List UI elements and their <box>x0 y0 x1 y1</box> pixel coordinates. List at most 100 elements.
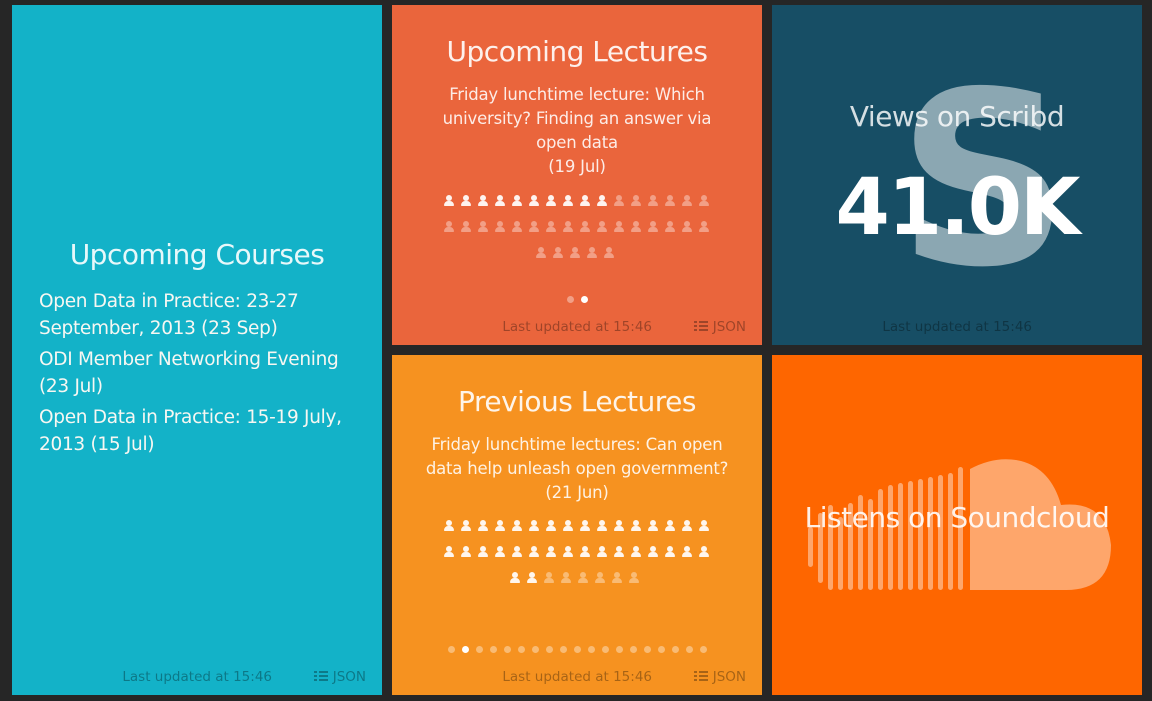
list-icon <box>313 671 328 681</box>
attendee-icon <box>579 546 592 559</box>
attendee-icon <box>681 195 694 208</box>
list-item: ODI Member Networking Evening (23 Jul) <box>39 349 339 397</box>
attendee-icon <box>596 221 609 234</box>
attendee-icon <box>511 221 524 234</box>
page-dots <box>392 646 762 653</box>
attendee-icon <box>596 520 609 533</box>
attendee-icon <box>579 195 592 208</box>
attendee-icon <box>613 546 626 559</box>
page-dot[interactable] <box>447 646 455 653</box>
attendee-icon <box>443 195 456 208</box>
attendee-icon <box>552 247 565 260</box>
page-dot[interactable] <box>657 646 665 653</box>
list-item: Open Data in Practice: 15-19 July, 2013 … <box>39 407 342 455</box>
page-dot[interactable] <box>615 646 623 653</box>
attendee-icon <box>630 221 643 234</box>
attendees-grid <box>417 195 737 273</box>
attendee-icon <box>545 520 558 533</box>
attendee-icon <box>579 221 592 234</box>
attendee-icon <box>613 221 626 234</box>
page-dot[interactable] <box>601 646 609 653</box>
page-dot[interactable] <box>559 646 567 653</box>
page-dot[interactable] <box>699 646 707 653</box>
last-updated: Last updated at 15:46 <box>502 669 652 685</box>
last-updated: Last updated at 15:46 <box>122 669 272 685</box>
page-dot[interactable] <box>671 646 679 653</box>
page-dot[interactable] <box>580 296 588 303</box>
attendee-icon <box>443 546 456 559</box>
page-dot[interactable] <box>573 646 581 653</box>
attendee-icon <box>494 520 507 533</box>
attendee-icon <box>613 195 626 208</box>
attendee-icon <box>681 520 694 533</box>
page-dot[interactable] <box>629 646 637 653</box>
attendees-grid <box>417 520 737 598</box>
attendee-icon <box>477 520 490 533</box>
attendee-icon <box>477 195 490 208</box>
attendee-icon <box>543 572 556 585</box>
previous-lectures-widget: Previous Lectures Friday lunchtime lectu… <box>392 355 762 695</box>
attendee-icon <box>596 546 609 559</box>
attendee-icon <box>460 546 473 559</box>
attendee-icon <box>526 572 539 585</box>
page-dot[interactable] <box>517 646 525 653</box>
attendee-icon <box>477 221 490 234</box>
attendee-icon <box>664 546 677 559</box>
attendee-icon <box>477 546 490 559</box>
json-link[interactable]: JSON <box>313 669 366 685</box>
json-link[interactable]: JSON <box>693 669 746 685</box>
attendee-icon <box>528 520 541 533</box>
attendee-icon <box>528 546 541 559</box>
attendee-icon <box>562 221 575 234</box>
json-label: JSON <box>712 669 746 685</box>
json-link[interactable]: JSON <box>693 319 746 335</box>
attendee-icon <box>698 195 711 208</box>
attendee-icon <box>494 195 507 208</box>
page-dots <box>392 296 762 303</box>
attendee-icon <box>630 520 643 533</box>
page-dot[interactable] <box>643 646 651 653</box>
page-dot[interactable] <box>531 646 539 653</box>
attendee-icon <box>443 520 456 533</box>
page-dot[interactable] <box>475 646 483 653</box>
attendee-icon <box>562 195 575 208</box>
attendee-icon <box>647 195 660 208</box>
attendee-icon <box>681 221 694 234</box>
attendee-icon <box>535 247 548 260</box>
page-dot[interactable] <box>587 646 595 653</box>
upcoming-lectures-widget: Upcoming Lectures Friday lunchtime lectu… <box>392 5 762 345</box>
scribd-views-value: 41.0K <box>835 163 1081 253</box>
soundcloud-title: Listens on Soundcloud <box>804 501 1110 534</box>
attendee-icon <box>494 546 507 559</box>
page-dot[interactable] <box>489 646 497 653</box>
page-dot[interactable] <box>566 296 574 303</box>
attendee-icon <box>460 195 473 208</box>
attendee-icon <box>509 572 522 585</box>
attendee-icon <box>562 546 575 559</box>
attendee-icon <box>594 572 607 585</box>
attendee-icon <box>664 520 677 533</box>
page-dot[interactable] <box>461 646 469 653</box>
attendee-icon <box>511 546 524 559</box>
courses-widget: Upcoming Courses Open Data in Practice: … <box>12 5 382 695</box>
course-list: Open Data in Practice: 23-27 September, … <box>39 288 362 462</box>
attendee-icon <box>664 221 677 234</box>
attendee-icon <box>562 520 575 533</box>
attendee-icon <box>460 520 473 533</box>
page-dot[interactable] <box>545 646 553 653</box>
json-label: JSON <box>712 319 746 335</box>
list-icon <box>693 321 708 331</box>
attendee-icon <box>579 520 592 533</box>
list-item: Open Data in Practice: 23-27 September, … <box>39 291 299 339</box>
attendee-icon <box>647 221 660 234</box>
attendee-icon <box>681 546 694 559</box>
page-dot[interactable] <box>685 646 693 653</box>
attendee-icon <box>511 520 524 533</box>
page-dot[interactable] <box>503 646 511 653</box>
lecture-description: Friday lunchtime lectures: Can open data… <box>422 433 732 505</box>
list-icon <box>693 671 708 681</box>
attendee-icon <box>560 572 573 585</box>
attendee-icon <box>664 195 677 208</box>
courses-title: Upcoming Courses <box>69 238 325 271</box>
attendee-icon <box>528 195 541 208</box>
